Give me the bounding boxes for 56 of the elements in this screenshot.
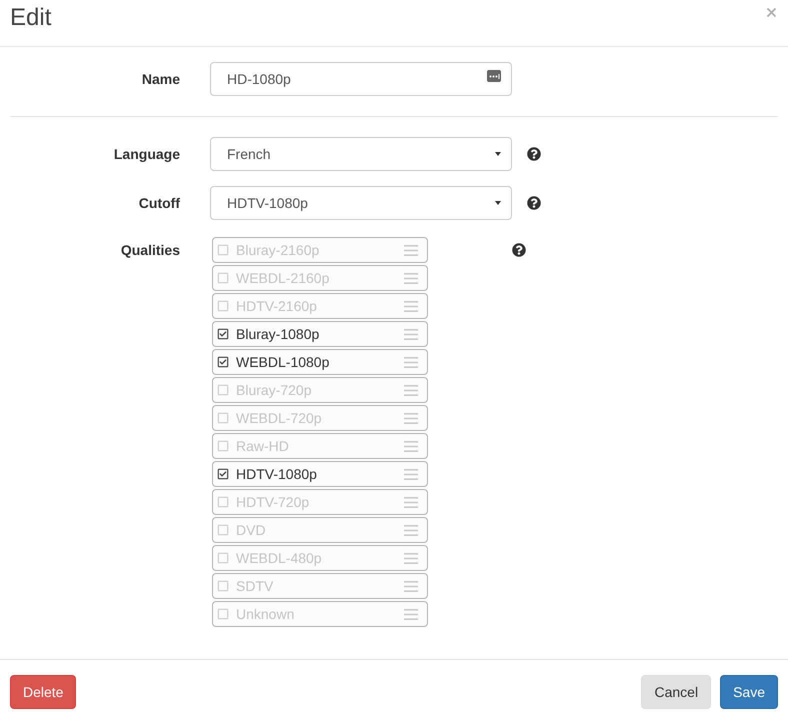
save-button[interactable]: Save xyxy=(720,675,778,709)
checkbox-checked-icon[interactable] xyxy=(217,468,229,480)
help-icon[interactable] xyxy=(527,196,541,210)
delete-button[interactable]: Delete xyxy=(10,675,76,709)
drag-handle-icon[interactable] xyxy=(404,356,418,368)
quality-label: HDTV-1080p xyxy=(236,464,318,484)
checkbox-icon[interactable] xyxy=(217,384,229,396)
checkbox-checked-icon[interactable] xyxy=(217,356,229,368)
field-label: Name xyxy=(140,70,180,88)
drag-handle-icon[interactable] xyxy=(404,300,418,312)
quality-item[interactable]: WEBDL-1080p xyxy=(212,349,428,375)
drag-handle-icon[interactable] xyxy=(404,440,418,452)
checkbox-checked-icon[interactable] xyxy=(217,328,229,340)
checkbox-icon[interactable] xyxy=(217,440,229,452)
checkbox-icon[interactable] xyxy=(217,300,229,312)
drag-handle-icon[interactable] xyxy=(404,244,418,256)
select-value: HDTV-1080p xyxy=(227,194,308,213)
quality-item[interactable]: HDTV-1080p xyxy=(212,461,428,487)
drag-handle-icon[interactable] xyxy=(404,328,418,340)
checkbox-icon[interactable] xyxy=(217,244,229,256)
checkbox-icon[interactable] xyxy=(217,552,229,564)
cancel-button[interactable]: Cancel xyxy=(641,675,712,709)
drag-handle-icon[interactable] xyxy=(404,552,418,564)
select-value: French xyxy=(227,144,271,164)
checkbox-icon[interactable] xyxy=(217,412,229,424)
drag-handle-icon[interactable] xyxy=(404,468,418,480)
dots-icon[interactable] xyxy=(487,70,501,82)
drag-handle-icon[interactable] xyxy=(404,608,418,620)
language-select[interactable]: French xyxy=(210,137,512,171)
close-icon xyxy=(767,8,776,17)
field-label: Qualities xyxy=(120,240,180,260)
name-input[interactable]: HD-1080p xyxy=(210,62,512,96)
field-label: Language xyxy=(112,144,180,164)
drag-handle-icon[interactable] xyxy=(404,580,418,592)
checkbox-icon[interactable] xyxy=(217,608,229,620)
help-icon[interactable] xyxy=(527,147,541,161)
caret-icon xyxy=(495,152,501,156)
drag-handle-icon[interactable] xyxy=(404,496,418,508)
drag-handle-icon[interactable] xyxy=(404,524,418,536)
drag-handle-icon[interactable] xyxy=(404,384,418,396)
quality-label: WEBDL-1080p xyxy=(236,352,330,372)
field-label: Cutoff xyxy=(138,194,180,212)
input-value: HD-1080p xyxy=(227,70,291,89)
dialog-title: Edit xyxy=(10,4,52,32)
quality-label: Bluray-1080p xyxy=(236,324,320,344)
help-icon[interactable] xyxy=(512,243,526,257)
cutoff-select[interactable]: HDTV-1080p xyxy=(210,186,512,220)
checkbox-icon[interactable] xyxy=(217,580,229,592)
checkbox-icon[interactable] xyxy=(217,496,229,508)
checkbox-icon[interactable] xyxy=(217,524,229,536)
drag-handle-icon[interactable] xyxy=(404,412,418,424)
caret-icon xyxy=(495,201,501,205)
drag-handle-icon[interactable] xyxy=(404,272,418,284)
checkbox-icon[interactable] xyxy=(217,272,229,284)
quality-item[interactable]: Bluray-1080p xyxy=(212,321,428,347)
close-button[interactable] xyxy=(767,8,776,17)
